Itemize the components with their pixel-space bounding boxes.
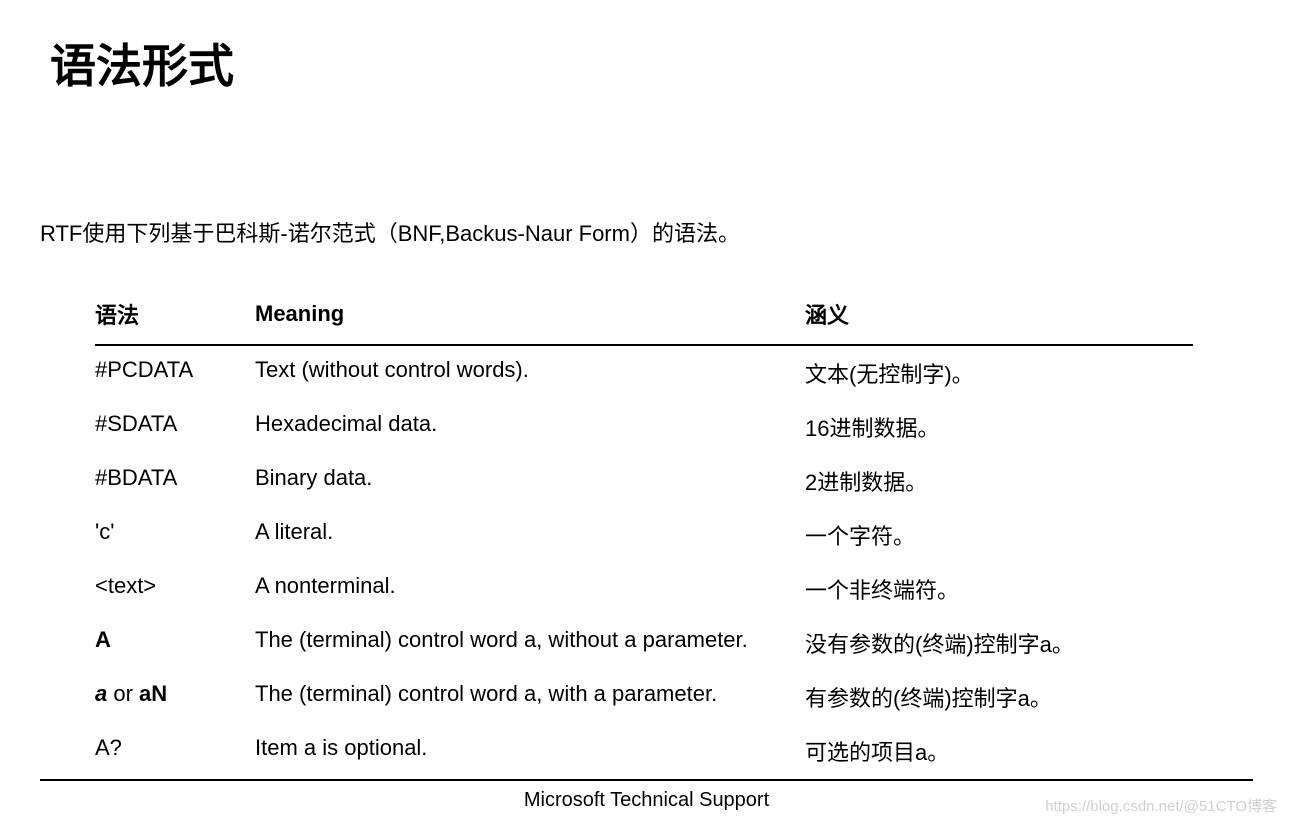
cell-meaning: Binary data.: [255, 454, 805, 508]
table-row: #BDATA Binary data. 2进制数据。: [95, 454, 1193, 508]
page-title: 语法形式: [50, 30, 1253, 96]
header-syntax: 语法: [95, 288, 255, 345]
table-row: 'c' A literal. 一个字符。: [95, 508, 1193, 562]
cell-syntax: #BDATA: [95, 454, 255, 508]
cell-meaning: A literal.: [255, 508, 805, 562]
cell-syntax: A: [95, 616, 255, 670]
table-header-row: 语法 Meaning 涵义: [95, 288, 1193, 345]
cell-syntax: A?: [95, 724, 255, 778]
cell-meaning: The (terminal) control word a, without a…: [255, 616, 805, 670]
cell-syntax: #SDATA: [95, 400, 255, 454]
cell-cn: 2进制数据。: [805, 454, 1193, 508]
cell-cn: 16进制数据。: [805, 400, 1193, 454]
cell-cn: 一个非终端符。: [805, 562, 1193, 616]
table-row: #SDATA Hexadecimal data. 16进制数据。: [95, 400, 1193, 454]
syntax-table: 语法 Meaning 涵义 #PCDATA Text (without cont…: [95, 288, 1193, 778]
cell-cn: 文本(无控制字)。: [805, 345, 1193, 400]
table-row: <text> A nonterminal. 一个非终端符。: [95, 562, 1193, 616]
cell-meaning: Item a is optional.: [255, 724, 805, 778]
table-row: a or aN The (terminal) control word a, w…: [95, 670, 1193, 724]
intro-text: RTF使用下列基于巴科斯-诺尔范式（BNF,Backus-Naur Form）的…: [40, 216, 1253, 248]
cell-cn: 有参数的(终端)控制字a。: [805, 670, 1193, 724]
cell-meaning: The (terminal) control word a, with a pa…: [255, 670, 805, 724]
cell-meaning: Text (without control words).: [255, 345, 805, 400]
cell-syntax: a or aN: [95, 670, 255, 724]
header-meaning: Meaning: [255, 288, 805, 345]
table-row: A The (terminal) control word a, without…: [95, 616, 1193, 670]
cell-cn: 一个字符。: [805, 508, 1193, 562]
cell-syntax: 'c': [95, 508, 255, 562]
table-row: A? Item a is optional. 可选的项目a。: [95, 724, 1193, 778]
header-cn: 涵义: [805, 288, 1193, 345]
cell-cn: 可选的项目a。: [805, 724, 1193, 778]
table-row: #PCDATA Text (without control words). 文本…: [95, 345, 1193, 400]
watermark: https://blog.csdn.net/@51CTO博客: [1045, 795, 1277, 816]
cell-syntax: <text>: [95, 562, 255, 616]
cell-meaning: Hexadecimal data.: [255, 400, 805, 454]
cell-meaning: A nonterminal.: [255, 562, 805, 616]
cell-cn: 没有参数的(终端)控制字a。: [805, 616, 1193, 670]
cell-syntax: #PCDATA: [95, 345, 255, 400]
